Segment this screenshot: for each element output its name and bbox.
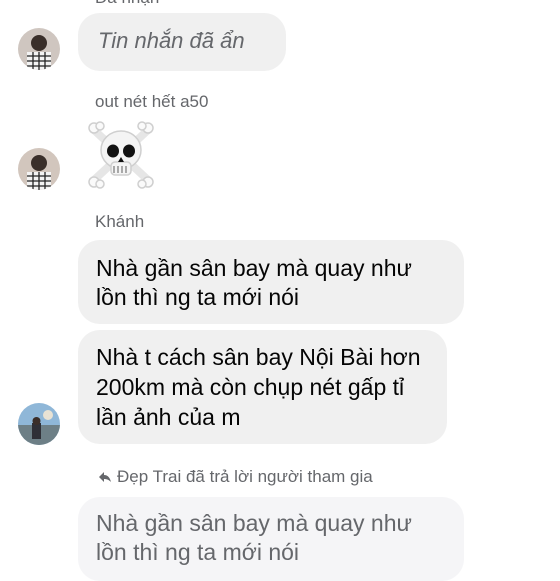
reply-label: Đẹp Trai đã trả lời người tham gia [117,467,373,486]
message-bubble-hidden[interactable]: Tin nhắn đã ẩn [78,13,286,71]
avatar[interactable] [18,28,60,70]
top-cutoff-label: Đã nhận [95,0,159,8]
message-text: Tin nhắn đã ẩn [98,28,245,53]
avatar[interactable] [18,148,60,190]
reply-arrow-icon [99,472,111,482]
quoted-message-bubble[interactable]: Nhà gần sân bay mà quay như lồn thì ng t… [78,497,464,581]
message-bubble[interactable]: Nhà t cách sân bay Nội Bài hơn 200km mà … [78,330,447,444]
sender-name: Khánh [95,212,145,231]
quoted-message-text: Nhà gần sân bay mà quay như lồn thì ng t… [96,510,412,565]
skull-emoji[interactable] [86,120,156,195]
message-text: Nhà gần sân bay mà quay như lồn thì ng t… [96,255,412,310]
message-text: Nhà t cách sân bay Nội Bài hơn 200km mà … [96,344,421,430]
skull-crossbones-icon [88,121,154,189]
avatar[interactable] [18,403,60,445]
avatar-photo [18,148,60,190]
sender-name: out nét hết a50 [95,92,209,111]
reply-indicator: Đẹp Trai đã trả lời người tham gia [98,467,373,487]
avatar-photo [18,28,60,70]
message-bubble[interactable]: Nhà gần sân bay mà quay như lồn thì ng t… [78,240,464,324]
avatar-photo [18,403,60,445]
